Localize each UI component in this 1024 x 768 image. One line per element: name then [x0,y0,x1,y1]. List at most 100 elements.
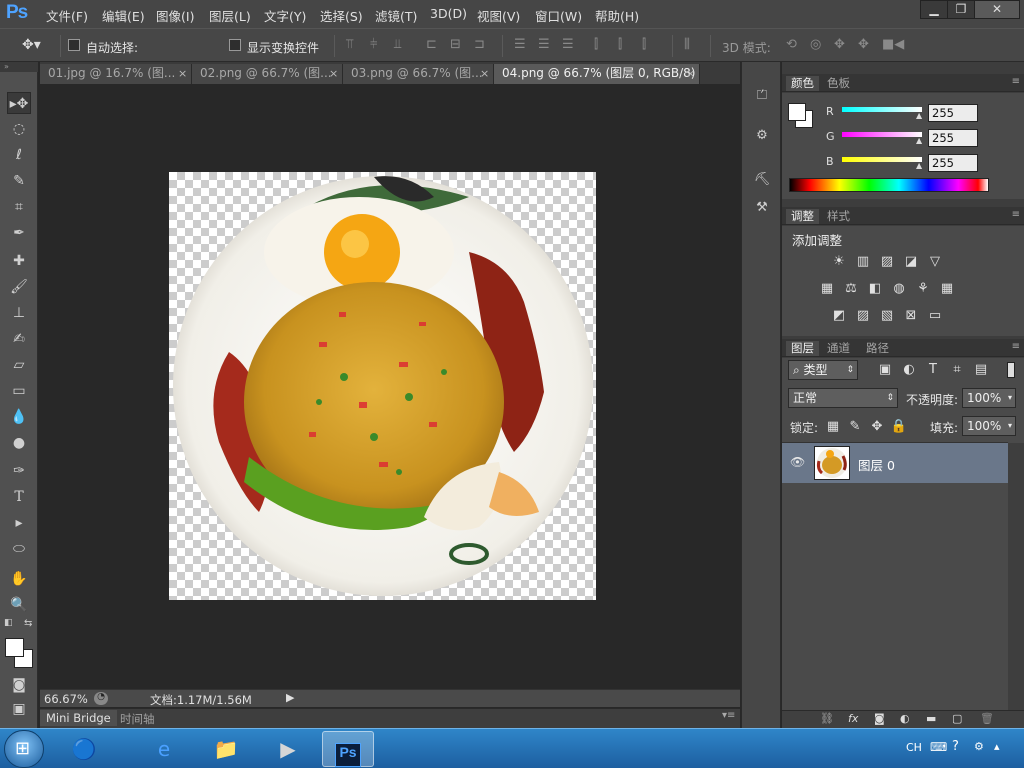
move-tool-icon[interactable]: ✥▾ [22,38,41,52]
taskbar-ie-icon[interactable]: e [138,731,190,767]
default-colors-icon[interactable]: ◧ [4,618,13,628]
crop-tool-icon[interactable]: ⌗ [7,196,31,218]
brush-tool-icon[interactable]: 🖌 [7,276,31,298]
eraser-tool-icon[interactable]: ▱ [7,354,31,376]
lock-transparent-icon[interactable]: ▦ [824,419,842,435]
help-icon[interactable]: ? [952,739,959,754]
align-top-icon[interactable]: ⫪ [346,38,353,52]
layer-filter-dropdown[interactable]: ⌕ 类型 ⇕ [788,360,858,380]
screen-mode-icon[interactable]: ▣ [7,698,31,720]
tab-channels[interactable]: 通道 [822,341,855,356]
panel-menu-icon[interactable]: ≡ [1012,76,1020,87]
status-menu-arrow-icon[interactable]: ▶ [286,691,294,704]
history-brush-tool-icon[interactable]: ✍ [7,328,31,350]
gradient-tool-icon[interactable]: ▭ [7,380,31,402]
tab-close-icon[interactable]: × [686,64,695,83]
start-button[interactable]: ⊞ [4,730,44,768]
filter-smart-object-icon[interactable]: ▤ [972,362,990,378]
align-vcenter-icon[interactable]: ⫩ [370,38,377,52]
panel-menu-icon[interactable]: ▾≡ [722,710,735,721]
distribute-hcenter-icon[interactable]: ⫿ [618,38,622,52]
b-slider[interactable] [842,157,922,162]
menu-window[interactable]: 窗口(W) [535,6,582,25]
menu-edit[interactable]: 编辑(E) [102,6,145,25]
filter-pixel-icon[interactable]: ▣ [876,362,894,378]
layer-name[interactable]: 图层 0 [858,455,895,474]
tab-timeline[interactable]: 时间轴 [120,711,155,727]
tab-styles[interactable]: 样式 [822,209,855,224]
vibrance-icon[interactable]: ▽ [926,254,944,270]
blend-mode-dropdown[interactable]: 正常 ⇕ [788,388,898,408]
close-button[interactable]: ✕ [974,0,1020,19]
distribute-top-icon[interactable]: ☰ [514,38,526,52]
collapse-icon[interactable]: » [0,62,38,72]
taskbar-media-player-icon[interactable]: ▶ [262,731,314,767]
taskbar-app-colorful-icon[interactable]: 🔵 [58,731,110,767]
channel-mixer-icon[interactable]: ⚘ [914,281,932,297]
filter-toggle-switch[interactable] [1007,362,1015,378]
tab-close-icon[interactable]: × [329,64,338,83]
lock-all-icon[interactable]: 🔒 [890,419,908,435]
levels-icon[interactable]: ▥ [854,254,872,270]
panel-menu-icon[interactable]: ≡ [1012,209,1020,220]
g-value-field[interactable]: 255 [928,129,978,147]
menu-image[interactable]: 图像(I) [156,6,194,25]
tab-close-icon[interactable]: × [178,64,187,83]
quick-mask-icon[interactable]: ◙ [7,674,31,696]
tab-01-jpg[interactable]: 01.jpg @ 16.7% (图... × [40,64,192,84]
black-white-icon[interactable]: ◧ [866,281,884,297]
3d-pan-icon[interactable]: ✥ [834,38,845,52]
distribute-left-icon[interactable]: ⫿ [594,38,598,52]
opacity-field[interactable]: 100% ▾ [962,388,1016,408]
tab-02-png[interactable]: 02.png @ 66.7% (图... × [192,64,343,84]
threshold-icon[interactable]: ▧ [878,308,896,324]
marquee-tool-icon[interactable]: ◌ [7,118,31,140]
type-tool-icon[interactable]: T [7,486,31,508]
hand-tool-icon[interactable]: ✋ [7,568,31,590]
healing-brush-tool-icon[interactable]: ✚ [7,250,31,272]
quick-select-tool-icon[interactable]: ✎ [7,170,31,192]
zoom-tool-icon[interactable]: 🔍 [7,594,31,616]
status-info-icon[interactable]: ◔ [94,692,108,705]
tab-04-png[interactable]: 04.png @ 66.7% (图层 0, RGB/8) × [494,64,700,84]
show-transform-checkbox[interactable] [229,39,241,51]
tab-color[interactable]: 颜色 [786,76,819,91]
photo-filter-icon[interactable]: ◍ [890,281,908,297]
lock-position-icon[interactable]: ✥ [868,419,886,435]
color-lookup-icon[interactable]: ▦ [938,281,956,297]
link-layers-icon[interactable]: ⛓ [820,712,834,725]
distribute-vcenter-icon[interactable]: ☰ [538,38,550,52]
auto-select-checkbox[interactable] [68,39,80,51]
distribute-right-icon[interactable]: ⫿ [642,38,646,52]
3d-rotate-icon[interactable]: ⟲ [786,38,797,52]
align-left-icon[interactable]: ⊏ [426,38,437,52]
3d-slide-icon[interactable]: ✥ [858,38,869,52]
b-value-field[interactable]: 255 [928,154,978,172]
properties-panel-icon[interactable]: ⚙ [752,128,772,146]
filter-adjustment-icon[interactable]: ◐ [900,362,918,378]
new-adjustment-icon[interactable]: ◐ [900,712,910,725]
history-panel-icon[interactable]: ⏍ [752,88,772,106]
zoom-level[interactable]: 66.67% [44,692,88,706]
3d-roll-icon[interactable]: ◎ [810,38,821,52]
document-canvas[interactable] [169,172,596,600]
menu-help[interactable]: 帮助(H) [595,6,639,25]
add-mask-icon[interactable]: ◙ [874,712,885,725]
brightness-contrast-icon[interactable]: ☀ [830,254,848,270]
tool-presets-icon[interactable]: ⚒ [752,200,772,218]
hue-saturation-icon[interactable]: ▦ [818,281,836,297]
settings-icon[interactable]: ⚙ [974,740,984,753]
tab-swatches[interactable]: 色板 [822,76,855,91]
menu-select[interactable]: 选择(S) [320,6,363,25]
delete-layer-icon[interactable]: 🗑 [980,712,994,725]
tab-03-png[interactable]: 03.png @ 66.7% (图... × [343,64,494,84]
clone-stamp-tool-icon[interactable]: ⊥ [7,302,31,324]
keyboard-icon[interactable]: ⌨ [930,740,947,754]
curves-icon[interactable]: ▨ [878,254,896,270]
blur-tool-icon[interactable]: 💧 [7,406,31,428]
menu-file[interactable]: 文件(F) [46,6,88,25]
3d-scale-icon[interactable]: ■◀ [882,38,904,52]
distribute-bottom-icon[interactable]: ☰ [562,38,574,52]
r-value-field[interactable]: 255 [928,104,978,122]
tray-arrow-icon[interactable]: ▴ [994,740,1000,753]
